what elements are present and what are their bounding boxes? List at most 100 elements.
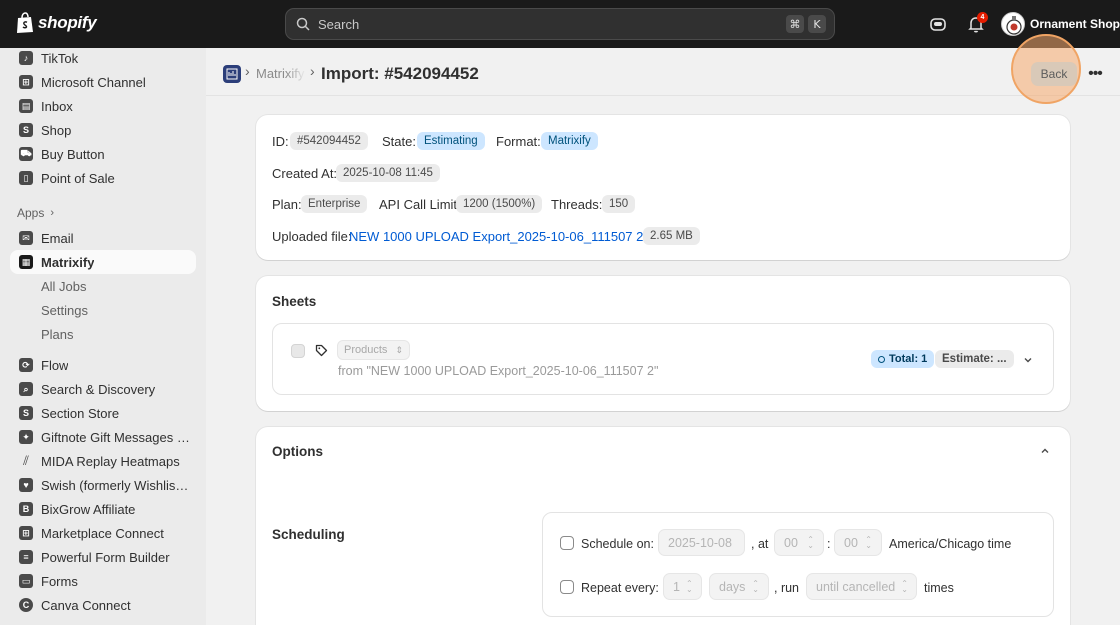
search-input[interactable]: Search ⌘ K (285, 8, 835, 40)
sheet-checkbox[interactable] (291, 344, 305, 358)
run-until-select[interactable]: until cancelled ⌃ ⌄ (806, 573, 917, 600)
sidebar-item-flow[interactable]: ⟳ Flow (10, 353, 196, 377)
at-label: , at (751, 537, 769, 551)
sidebar-item-giftnote[interactable]: ✦ Giftnote Gift Messages & ... (10, 425, 196, 449)
sidebar-item-section-store[interactable]: S Section Store (10, 401, 196, 425)
sidebar-item-label: Buy Button (41, 146, 105, 162)
select-chevron-icon: ⌃ ⌄ (752, 578, 759, 594)
sidebar-item-search-discovery[interactable]: ⌕ Search & Discovery (10, 377, 196, 401)
select-chevron-icon: ⌃ ⌄ (901, 578, 908, 594)
hour-value: 00 (784, 535, 798, 550)
sidebar-subitem-all-jobs[interactable]: All Jobs (41, 279, 87, 294)
section-store-icon: S (18, 405, 34, 421)
sidekick-icon[interactable] (928, 14, 948, 34)
sidebar-item-matrixify[interactable]: ▦ Matrixify (10, 250, 196, 274)
chevron-up-icon[interactable] (1039, 445, 1051, 457)
breadcrumb-separator: › (245, 63, 250, 79)
command-key-hint: ⌘ (786, 15, 804, 33)
sidebar-item-mida[interactable]: ⫽ MIDA Replay Heatmaps (10, 449, 196, 473)
sidebar-item-swish[interactable]: ♥ Swish (formerly Wishlist ... (10, 473, 196, 497)
sidebar: ♪ TikTok ⊞ Microsoft Channel ▤ Inbox S S… (0, 48, 206, 625)
sheet-type-select[interactable]: Products ⇕ (337, 340, 410, 360)
options-title: Options (272, 444, 323, 459)
sidebar-item-label: Swish (formerly Wishlist ... (41, 477, 191, 493)
schedule-date-input[interactable]: 2025-10-08 (658, 529, 745, 556)
buy-button-icon: ⛟ (18, 146, 34, 162)
repeat-count-select[interactable]: 1 ⌃ ⌄ (663, 573, 702, 600)
email-icon: ✉ (18, 230, 34, 246)
sidebar-item-email[interactable]: ✉ Email (10, 226, 196, 250)
hour-select[interactable]: 00 ⌃ ⌄ (774, 529, 824, 556)
sidebar-item-inbox[interactable]: ▤ Inbox (10, 94, 196, 118)
sheet-row[interactable]: Products ⇕ from "NEW 1000 UPLOAD Export_… (272, 323, 1054, 395)
sheet-source-text: from "NEW 1000 UPLOAD Export_2025-10-06_… (338, 364, 659, 378)
flow-icon: ⟳ (18, 357, 34, 373)
file-size-badge: 2.65 MB (643, 227, 700, 245)
state-badge: Estimating (417, 132, 485, 150)
run-until-value: until cancelled (816, 579, 896, 594)
uploaded-file-label: Uploaded file: (272, 229, 352, 244)
main-content: › Matrixify › Import: #542094452 Back ••… (206, 34, 1120, 625)
breadcrumb-matrixify-link[interactable]: Matrixify (256, 66, 306, 81)
scheduling-panel: Schedule on: 2025-10-08 , at 00 ⌃ ⌄ : 00 … (542, 512, 1054, 617)
store-avatar (1001, 12, 1025, 36)
select-chevron-icon: ⇕ (395, 344, 403, 355)
search-discovery-icon: ⌕ (18, 381, 34, 397)
k-key-hint: K (808, 15, 826, 33)
format-badge: Matrixify (541, 132, 598, 150)
sidebar-item-forms[interactable]: ▭ Forms (10, 569, 196, 593)
sidebar-item-bixgrow[interactable]: B BixGrow Affiliate (10, 497, 196, 521)
sidebar-item-label: Microsoft Channel (41, 74, 146, 90)
repeat-every-checkbox[interactable] (560, 580, 574, 594)
store-menu[interactable]: Ornament Shop (1001, 12, 1120, 36)
threads-label: Threads: (551, 197, 603, 212)
apps-heading[interactable]: Apps › (17, 206, 54, 220)
matrixify-app-icon[interactable] (223, 65, 241, 83)
sidebar-item-buy-button[interactable]: ⛟ Buy Button (10, 142, 196, 166)
repeat-unit-value: days (719, 579, 746, 594)
sidebar-item-powerful-form-builder[interactable]: ≡ Powerful Form Builder (10, 545, 196, 569)
repeat-unit-select[interactable]: days ⌃ ⌄ (709, 573, 769, 600)
sidebar-subitem-plans[interactable]: Plans (41, 327, 74, 342)
state-label: State: (382, 134, 416, 149)
sidebar-item-microsoft-channel[interactable]: ⊞ Microsoft Channel (10, 70, 196, 94)
created-at-label: Created At: (272, 166, 338, 181)
select-chevron-icon: ⌃ ⌄ (807, 534, 814, 550)
timezone-label: America/Chicago time (889, 537, 1012, 551)
inbox-icon: ▤ (18, 98, 34, 114)
sidebar-item-shop[interactable]: S Shop (10, 118, 196, 142)
shopify-logo[interactable]: shopify (16, 12, 97, 34)
chevron-down-icon[interactable] (1022, 354, 1034, 366)
sidebar-item-label: Shop (41, 122, 72, 138)
tag-icon (315, 344, 328, 357)
minute-value: 00 (844, 535, 858, 550)
minute-select[interactable]: 00 ⌃ ⌄ (834, 529, 882, 556)
api-call-limit-value: 1200 (1500%) (456, 195, 543, 213)
sidebar-item-point-of-sale[interactable]: ▯ Point of Sale (10, 166, 196, 190)
schedule-on-checkbox[interactable] (560, 536, 574, 550)
swish-icon: ♥ (18, 477, 34, 493)
sidebar-item-label: Marketplace Connect (41, 525, 164, 541)
sidebar-item-label: TikTok (41, 50, 79, 66)
plan-value: Enterprise (301, 195, 368, 213)
total-badge: Total: 1 (871, 350, 935, 368)
breadcrumb-separator: › (310, 63, 315, 79)
repeat-every-label: Repeat every: (581, 581, 659, 595)
form-builder-icon: ≡ (18, 549, 34, 565)
sidebar-item-tiktok[interactable]: ♪ TikTok (10, 46, 196, 70)
shopify-bag-icon (17, 12, 33, 33)
estimate-badge: Estimate: ... (935, 350, 1014, 368)
page-header: › Matrixify › Import: #542094452 Back ••… (206, 34, 1120, 104)
run-label: , run (774, 581, 800, 595)
sidebar-item-marketplace-connect[interactable]: ⊞ Marketplace Connect (10, 521, 196, 545)
repeat-count-value: 1 (673, 579, 680, 594)
mida-icon: ⫽ (23, 453, 29, 468)
sidebar-item-label: Email (41, 230, 74, 246)
sidebar-item-label: Matrixify (41, 254, 95, 270)
uploaded-file-link[interactable]: NEW 1000 UPLOAD Export_2025-10-06_111507… (349, 229, 666, 244)
sidebar-subitem-settings[interactable]: Settings (41, 303, 88, 318)
sidebar-item-canva-connect[interactable]: C Canva Connect (10, 593, 196, 617)
more-actions-icon[interactable]: ••• (1085, 62, 1105, 86)
back-button[interactable]: Back (1031, 62, 1077, 86)
notification-badge: 4 (977, 12, 988, 23)
